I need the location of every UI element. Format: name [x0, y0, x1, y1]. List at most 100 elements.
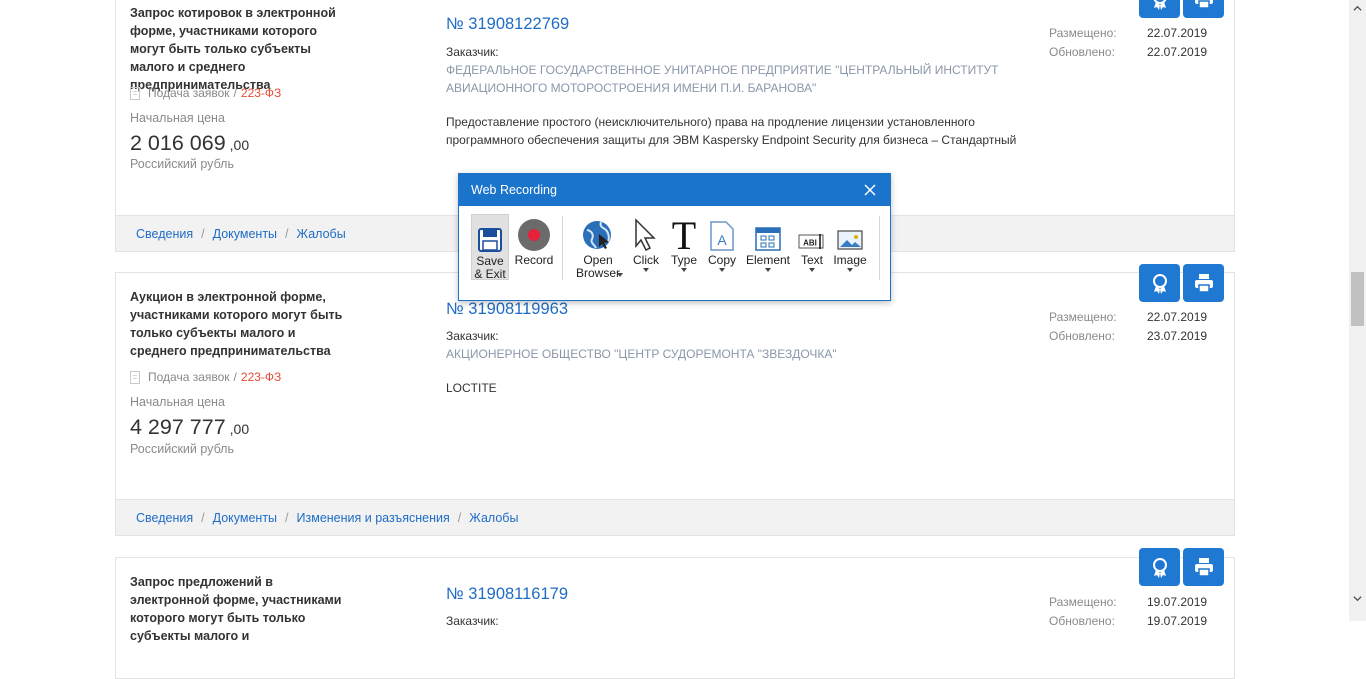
- dropdown-caret-icon: [643, 268, 649, 272]
- element-label: Element: [745, 253, 791, 267]
- save-exit-button[interactable]: Save & Exit: [471, 214, 509, 281]
- image-button[interactable]: Image: [832, 214, 868, 272]
- law-label: 223-ФЗ: [240, 86, 282, 100]
- link-complaints[interactable]: Жалобы: [469, 511, 518, 525]
- slash-separator: /: [285, 510, 289, 525]
- scroll-up-arrow-icon[interactable]: [1353, 4, 1362, 13]
- type-label: Type: [670, 253, 697, 267]
- dropdown-caret-icon: [809, 268, 815, 272]
- link-complaints[interactable]: Жалобы: [297, 227, 346, 241]
- dates-block: Размещено: 22.07.2019 Обновлено: 23.07.201…: [1049, 308, 1207, 346]
- posted-label: Размещено:: [1049, 26, 1117, 40]
- slash-separator: /: [201, 510, 205, 525]
- slash-separator: /: [233, 86, 237, 100]
- floppy-disk-icon: [478, 228, 502, 252]
- award-icon: [1152, 274, 1167, 294]
- document-icon: [130, 86, 140, 100]
- scroll-thumb[interactable]: [1351, 272, 1364, 326]
- customer-label: Заказчик:: [446, 614, 499, 628]
- award-icon: [1153, 0, 1166, 10]
- award-button[interactable]: [1139, 264, 1180, 302]
- copy-label: Copy: [707, 253, 736, 267]
- page-scrollbar[interactable]: [1349, 0, 1366, 621]
- link-documents[interactable]: Документы: [213, 511, 277, 525]
- dropdown-caret-icon: [847, 268, 853, 272]
- recording-toolbar: Save & Exit Record Open Browser Click T …: [471, 214, 881, 284]
- dropdown-caret-icon: [719, 268, 725, 272]
- dropdown-caret-icon: [617, 273, 623, 277]
- procedure-type: Запрос котировок в электронной форме, уч…: [130, 6, 336, 92]
- text-label: Text: [800, 253, 823, 267]
- record-icon: [518, 219, 550, 251]
- currency: Российский рубль: [130, 157, 234, 171]
- element-grid-icon: [755, 227, 781, 251]
- price-value: 4 297 777,00: [130, 415, 249, 440]
- svg-text:A: A: [717, 232, 727, 248]
- click-button[interactable]: Click: [629, 214, 663, 272]
- dates-block: Размещено: 19.07.2019 Обновлено: 19.07.201…: [1049, 593, 1207, 631]
- text-field-icon: ABI: [798, 234, 824, 249]
- purchase-description: Предоставление простого (неисключительно…: [446, 115, 1017, 147]
- price-value: 2 016 069,00: [130, 131, 249, 156]
- slash-separator: /: [233, 370, 237, 384]
- price-cents: ,00: [229, 421, 250, 437]
- printer-icon: [1194, 274, 1213, 293]
- svg-text:ABI: ABI: [803, 239, 817, 248]
- element-button[interactable]: Element: [745, 214, 791, 272]
- link-details[interactable]: Сведения: [136, 511, 193, 525]
- web-recording-dialog: Web Recording Save & Exit Record Open Br…: [458, 173, 891, 301]
- record-label: Record: [514, 253, 554, 267]
- type-t-icon: T: [672, 216, 696, 252]
- purchase-card: Аукцион в электронной форме, участниками…: [115, 272, 1235, 536]
- award-button[interactable]: [1139, 548, 1180, 586]
- type-button[interactable]: T Type: [667, 214, 701, 272]
- procedure-type: Запрос предложений в электронной форме, …: [130, 575, 342, 643]
- slash-separator: /: [285, 226, 289, 241]
- print-button[interactable]: [1183, 0, 1224, 18]
- record-button[interactable]: Record: [513, 214, 555, 267]
- price-main: 2 016 069: [130, 131, 226, 155]
- customer-name-link[interactable]: ФЕДЕРАЛЬНОЕ ГОСУДАРСТВЕННОЕ УНИТАРНОЕ ПР…: [446, 61, 1046, 97]
- link-details[interactable]: Сведения: [136, 227, 193, 241]
- slash-separator: /: [201, 226, 205, 241]
- updated-label: Обновлено:: [1049, 614, 1115, 628]
- printer-icon: [1194, 558, 1213, 577]
- purchase-number-link[interactable]: № 31908119963: [446, 300, 568, 319]
- image-label: Image: [833, 253, 867, 267]
- close-icon[interactable]: [862, 182, 878, 198]
- purchase-description: LOCTITE: [446, 381, 497, 395]
- scroll-down-arrow-icon[interactable]: [1353, 594, 1362, 603]
- print-button[interactable]: [1183, 548, 1224, 586]
- price-label: Начальная цена: [130, 395, 225, 409]
- updated-date: 19.07.2019: [1147, 614, 1208, 628]
- price-label: Начальная цена: [130, 111, 225, 125]
- copy-button[interactable]: A Copy: [705, 214, 739, 272]
- link-changes[interactable]: Изменения и разъяснения: [297, 511, 450, 525]
- dropdown-caret-icon: [765, 268, 771, 272]
- law-label: 223-ФЗ: [240, 370, 282, 384]
- customer-name-link[interactable]: АКЦИОНЕРНОЕ ОБЩЕСТВО "ЦЕНТР СУДОРЕМОНТА …: [446, 345, 1046, 363]
- text-button[interactable]: ABI Text: [796, 214, 828, 272]
- updated-date: 23.07.2019: [1147, 329, 1208, 343]
- purchase-number-link[interactable]: № 31908122769: [446, 15, 569, 34]
- stage-text: Подача заявок: [148, 86, 230, 100]
- customer-label: Заказчик:: [446, 329, 499, 343]
- slash-separator: /: [457, 510, 462, 525]
- stage-line: Подача заявок / 223-ФЗ: [130, 370, 281, 384]
- posted-date: 22.07.2019: [1147, 26, 1208, 40]
- purchase-number-link[interactable]: № 31908116179: [446, 585, 568, 604]
- stage-text: Подача заявок: [148, 370, 230, 384]
- dates-block: Размещено: 22.07.2019 Обновлено: 22.07.201…: [1049, 24, 1207, 62]
- award-button[interactable]: [1139, 0, 1180, 18]
- print-button[interactable]: [1183, 264, 1224, 302]
- procedure-type: Аукцион в электронной форме, участниками…: [130, 290, 343, 358]
- dialog-titlebar[interactable]: Web Recording: [459, 174, 890, 206]
- open-browser-button[interactable]: Open Browser: [571, 214, 625, 280]
- copy-document-icon: A: [710, 221, 734, 251]
- price-cents: ,00: [229, 137, 250, 153]
- click-label: Click: [633, 253, 659, 267]
- link-documents[interactable]: Документы: [213, 227, 277, 241]
- globe-icon: [583, 221, 611, 249]
- card-footer-nav: Сведения / Документы / Изменения и разъясн…: [116, 499, 1234, 535]
- customer-label: Заказчик:: [446, 45, 499, 59]
